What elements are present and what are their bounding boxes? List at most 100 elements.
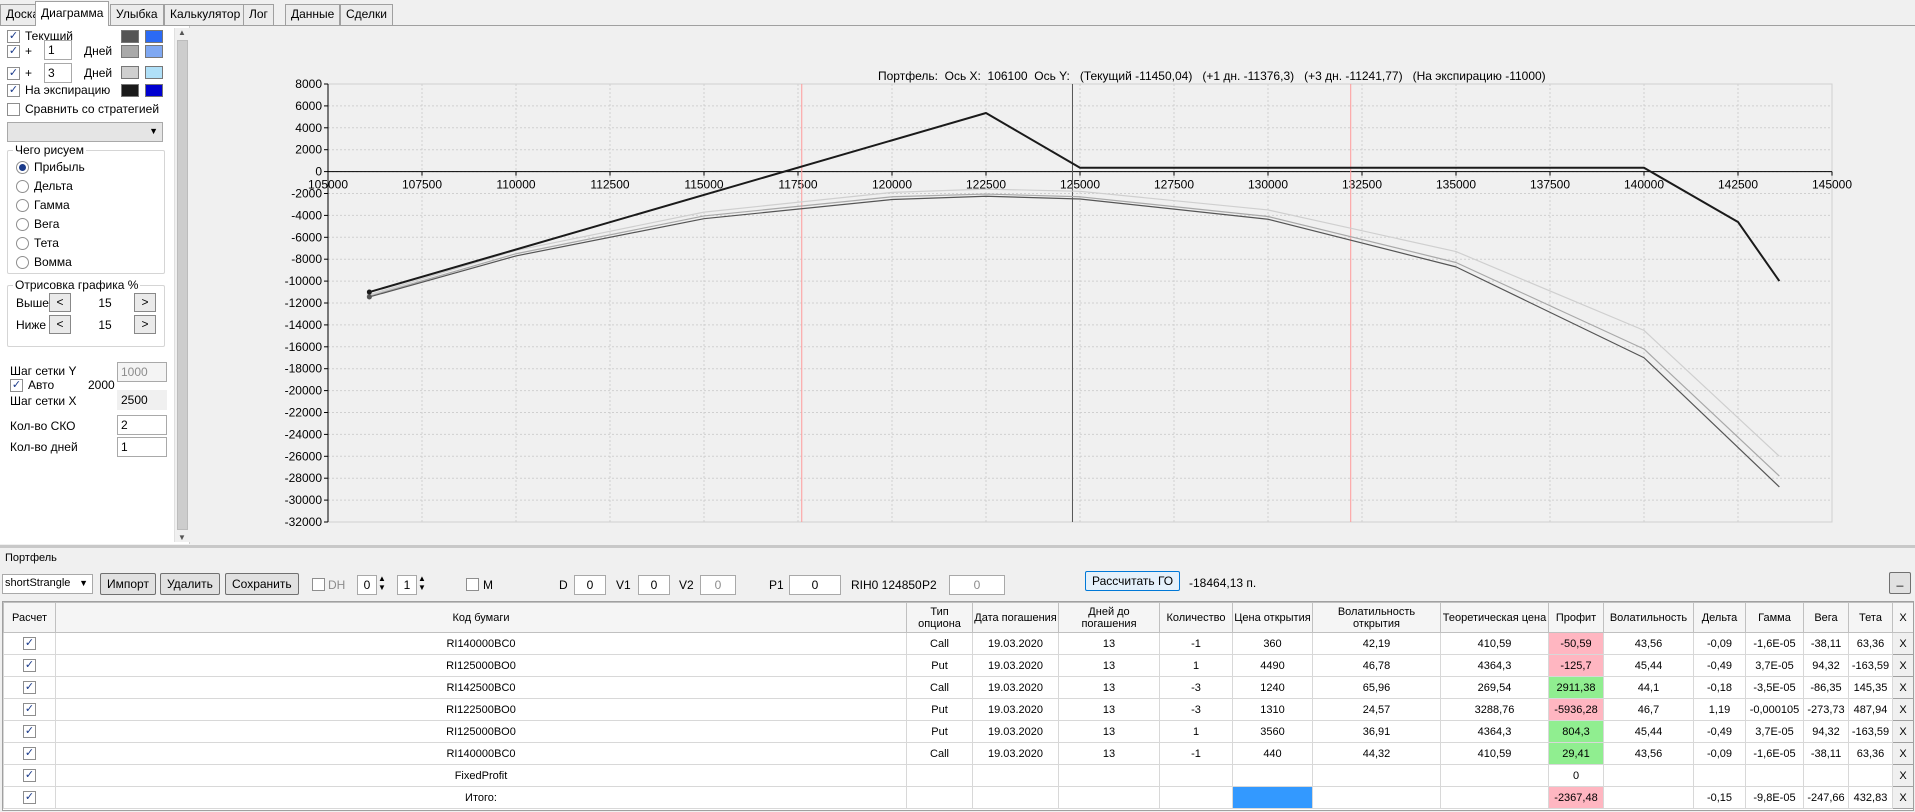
current-color-dark[interactable]	[121, 30, 139, 43]
vega-cell[interactable]: -247,66	[1803, 786, 1849, 809]
remove-row-button[interactable]: X	[1892, 632, 1913, 655]
radio-gamma[interactable]	[16, 198, 29, 212]
dh-checkbox[interactable]	[312, 578, 325, 591]
date-cell[interactable]: 19.03.2020	[972, 742, 1059, 765]
tab-diagramma[interactable]: Диаграмма	[35, 1, 110, 26]
table-row[interactable]: ✓ RI140000BC0 Call 19.03.2020 13 -1 360 42,19 41…	[3, 632, 1913, 655]
qty-cell[interactable]: 1	[1159, 720, 1233, 743]
date-cell[interactable]: 19.03.2020	[972, 632, 1059, 655]
vol-open-cell[interactable]: 24,57	[1312, 698, 1441, 721]
type-cell[interactable]	[906, 786, 973, 809]
p2-input[interactable]: 0	[949, 575, 1005, 595]
above-decrease-button[interactable]: <	[49, 293, 71, 312]
date-cell[interactable]	[972, 786, 1059, 809]
days-cell[interactable]: 13	[1058, 742, 1160, 765]
grid-step-y-input[interactable]: 1000	[117, 362, 167, 382]
vol-cell[interactable]: 44,1	[1603, 676, 1694, 699]
v2-input[interactable]: 0	[700, 575, 736, 595]
delta-cell[interactable]: -0,49	[1693, 654, 1746, 677]
theo-cell[interactable]	[1440, 764, 1549, 787]
expiry-color-dark[interactable]	[121, 84, 139, 97]
strategy-select[interactable]: shortStrangle ▼	[2, 574, 93, 594]
scroll-down-icon[interactable]: ▼	[178, 533, 186, 542]
compare-strategy-select[interactable]: ▼	[7, 122, 163, 142]
date-cell[interactable]: 19.03.2020	[972, 720, 1059, 743]
type-cell[interactable]	[906, 764, 973, 787]
delta-cell[interactable]: -0,49	[1693, 720, 1746, 743]
days-cell[interactable]	[1058, 764, 1160, 787]
type-cell[interactable]: Put	[906, 698, 973, 721]
spin1-arrows-icon[interactable]: ▲ ▼	[378, 574, 386, 592]
col-header-theta[interactable]: Тета	[1848, 602, 1893, 633]
vega-cell[interactable]: -38,11	[1803, 632, 1849, 655]
col-header-vega[interactable]: Вега	[1803, 602, 1849, 633]
calc-checkbox-cell[interactable]: ✓	[3, 742, 56, 765]
calc-checkbox-cell[interactable]: ✓	[3, 654, 56, 677]
profit-cell[interactable]: 2911,38	[1548, 676, 1604, 699]
type-cell[interactable]: Put	[906, 720, 973, 743]
theta-cell[interactable]: 487,94	[1848, 698, 1893, 721]
calc-checkbox[interactable]: ✓	[23, 747, 36, 760]
price-cell[interactable]	[1232, 764, 1313, 787]
current-color-light[interactable]	[145, 30, 163, 43]
calc-checkbox-cell[interactable]: ✓	[3, 786, 56, 809]
table-row[interactable]: ✓ RI125000BO0 Put 19.03.2020 13 1 3560 36,91 436…	[3, 720, 1913, 743]
above-increase-button[interactable]: >	[134, 293, 156, 312]
table-row[interactable]: ✓ Итого: -2367,48 -0,15 -9,8E-05 -247,66 432,8…	[3, 786, 1913, 809]
import-button[interactable]: Импорт	[100, 573, 156, 595]
gamma-cell[interactable]: -9,8E-05	[1745, 786, 1804, 809]
table-row[interactable]: ✓ RI140000BC0 Call 19.03.2020 13 -1 440 44,32 41…	[3, 742, 1913, 765]
vol-open-cell[interactable]: 42,19	[1312, 632, 1441, 655]
qty-cell[interactable]: -1	[1159, 742, 1233, 765]
price-cell[interactable]: 1310	[1232, 698, 1313, 721]
date-cell[interactable]: 19.03.2020	[972, 654, 1059, 677]
col-header-price[interactable]: Цена открытия	[1232, 602, 1313, 633]
days-cell[interactable]: 13	[1058, 720, 1160, 743]
price-cell[interactable]: 3560	[1232, 720, 1313, 743]
vol-open-cell[interactable]	[1312, 786, 1441, 809]
remove-row-button[interactable]: X	[1892, 654, 1913, 677]
minimize-panel-button[interactable]: _	[1889, 572, 1911, 594]
theta-cell[interactable]: 432,83	[1848, 786, 1893, 809]
price-cell[interactable]	[1232, 786, 1313, 809]
delta-cell[interactable]: -0,15	[1693, 786, 1746, 809]
theo-cell[interactable]	[1440, 786, 1549, 809]
draw-option-vomma[interactable]: Вомма	[16, 253, 72, 271]
profit-cell[interactable]: -2367,48	[1548, 786, 1604, 809]
remove-row-button[interactable]: X	[1892, 720, 1913, 743]
draw-option-theta[interactable]: Тета	[16, 234, 59, 252]
days-cell[interactable]: 13	[1058, 698, 1160, 721]
delta-cell[interactable]: 1,19	[1693, 698, 1746, 721]
col-header-date[interactable]: Дата погашения	[972, 602, 1059, 633]
delta-cell[interactable]: -0,09	[1693, 632, 1746, 655]
col-header-vol-open[interactable]: Волатильность открытия	[1312, 602, 1441, 633]
day1-color-light[interactable]	[145, 45, 163, 58]
theta-cell[interactable]: 145,35	[1848, 676, 1893, 699]
delta-cell[interactable]: -0,09	[1693, 742, 1746, 765]
gamma-cell[interactable]	[1745, 764, 1804, 787]
col-header-theo[interactable]: Теоретическая цена	[1440, 602, 1549, 633]
profit-cell[interactable]: 0	[1548, 764, 1604, 787]
remove-row-button[interactable]: X	[1892, 742, 1913, 765]
delta-cell[interactable]	[1693, 764, 1746, 787]
days-count-input[interactable]: 1	[117, 437, 167, 457]
vol-cell[interactable]: 46,7	[1603, 698, 1694, 721]
calc-checkbox[interactable]: ✓	[23, 659, 36, 672]
vega-cell[interactable]: 94,32	[1803, 720, 1849, 743]
theo-cell[interactable]: 4364,3	[1440, 654, 1549, 677]
type-cell[interactable]: Call	[906, 632, 973, 655]
code-cell[interactable]: RI122500BO0	[55, 698, 907, 721]
remove-row-button[interactable]: X	[1892, 676, 1913, 699]
col-header-type[interactable]: Тип опциона	[906, 602, 973, 633]
col-header-calc[interactable]: Расчет	[3, 602, 56, 633]
price-cell[interactable]: 1240	[1232, 676, 1313, 699]
col-header-vol[interactable]: Волатильность	[1603, 602, 1694, 633]
spin1-input[interactable]: 0	[357, 575, 377, 595]
profit-cell[interactable]: -50,59	[1548, 632, 1604, 655]
p1-input[interactable]: 0	[789, 575, 841, 595]
day1-color-dark[interactable]	[121, 45, 139, 58]
remove-row-button[interactable]: X	[1892, 764, 1913, 787]
day3-checkbox[interactable]: ✓	[7, 66, 20, 80]
table-row[interactable]: ✓ RI122500BO0 Put 19.03.2020 13 -3 1310 24,57 32…	[3, 698, 1913, 721]
day3-color-light[interactable]	[145, 66, 163, 79]
